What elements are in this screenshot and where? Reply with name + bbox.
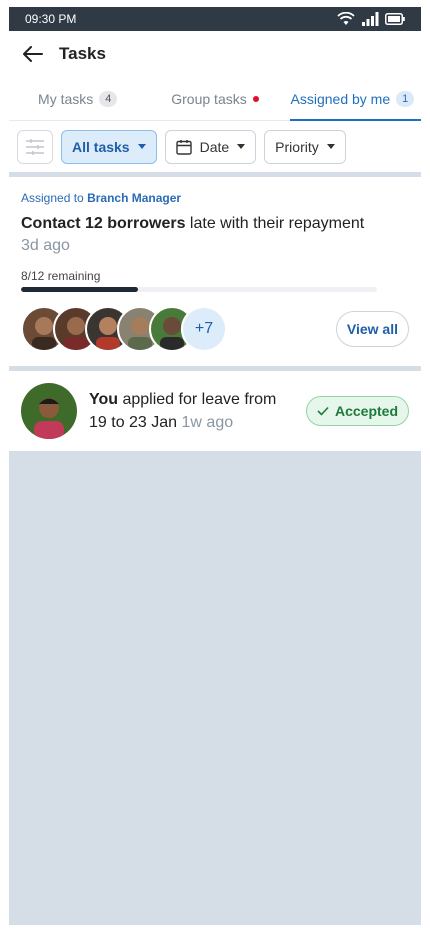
- progress-bar: [21, 287, 377, 292]
- priority-dropdown[interactable]: Priority: [264, 129, 346, 164]
- tab-group-tasks[interactable]: Group tasks: [146, 77, 283, 120]
- leave-text-a: applied for leave from: [118, 390, 277, 408]
- calendar-icon: [175, 139, 192, 155]
- notification-dot: [252, 95, 259, 102]
- avatar: [21, 383, 77, 439]
- chevron-down-icon: [137, 144, 146, 149]
- status-badge: Accepted: [305, 396, 409, 426]
- more-assignees-count[interactable]: +7: [181, 306, 227, 352]
- chip-label: Date: [199, 138, 230, 155]
- assigned-to-line: Assigned to Branch Manager: [21, 191, 409, 205]
- chip-label: Priority: [275, 138, 319, 155]
- progress-fill: [21, 287, 139, 292]
- status-bar: 09:30 PM: [9, 7, 421, 31]
- avatar-stack[interactable]: +7: [21, 306, 227, 352]
- check-icon: [317, 406, 329, 416]
- leave-card[interactable]: You applied for leave from 19 to 23 Jan …: [9, 371, 421, 451]
- page-title: Tasks: [59, 44, 106, 63]
- status-label: Accepted: [334, 403, 398, 419]
- filter-bar: All tasks Date Priority: [9, 121, 421, 177]
- tab-label: Group tasks: [171, 90, 247, 107]
- filter-settings-button[interactable]: [17, 129, 53, 164]
- leave-time: 1w ago: [181, 414, 234, 431]
- tab-assigned-by-me[interactable]: Assigned by me 1: [284, 77, 421, 121]
- sliders-icon: [26, 138, 44, 155]
- leave-text-b: 19 to 23 Jan: [89, 414, 182, 431]
- leave-text: You applied for leave from 19 to 23 Jan …: [89, 388, 306, 434]
- wifi-icon: [337, 12, 355, 25]
- chevron-down-icon: [237, 144, 246, 149]
- back-button[interactable]: [21, 42, 45, 66]
- task-title-bold: Contact 12 borrowers: [21, 215, 186, 232]
- status-icons: [337, 12, 405, 26]
- chevron-down-icon: [326, 144, 335, 149]
- task-title-rest: late with their repayment: [185, 215, 365, 232]
- app-bar: Tasks: [9, 31, 421, 77]
- tab-my-tasks[interactable]: My tasks 4: [9, 77, 146, 120]
- phone-screen: 09:30 PM Tasks My tasks 4 Group tasks As…: [9, 7, 421, 925]
- task-title: Contact 12 borrowers late with their rep…: [21, 215, 409, 233]
- task-time: 3d ago: [21, 237, 70, 254]
- leave-subject: You: [89, 390, 119, 408]
- assigned-prefix: Assigned to: [21, 191, 84, 205]
- chip-label: All tasks: [72, 138, 130, 155]
- all-tasks-dropdown[interactable]: All tasks: [61, 129, 157, 164]
- assignees-row: +7 View all: [21, 306, 409, 352]
- tab-count-badge: 1: [396, 90, 415, 107]
- tab-label: Assigned by me: [290, 90, 391, 107]
- tab-bar: My tasks 4 Group tasks Assigned by me 1: [9, 77, 421, 121]
- battery-icon: [385, 13, 405, 25]
- task-card[interactable]: Assigned to Branch Manager Contact 12 bo…: [9, 177, 421, 366]
- tab-label: My tasks: [38, 90, 94, 107]
- remaining-label: 8/12 remaining: [21, 269, 101, 283]
- assignee-name: Branch Manager: [87, 191, 182, 205]
- arrow-left-icon: [23, 46, 43, 62]
- status-time: 09:30 PM: [25, 12, 77, 26]
- signal-icon: [362, 12, 379, 26]
- tab-count-badge: 4: [99, 90, 118, 107]
- date-dropdown[interactable]: Date: [164, 129, 257, 164]
- view-all-button[interactable]: View all: [335, 311, 409, 347]
